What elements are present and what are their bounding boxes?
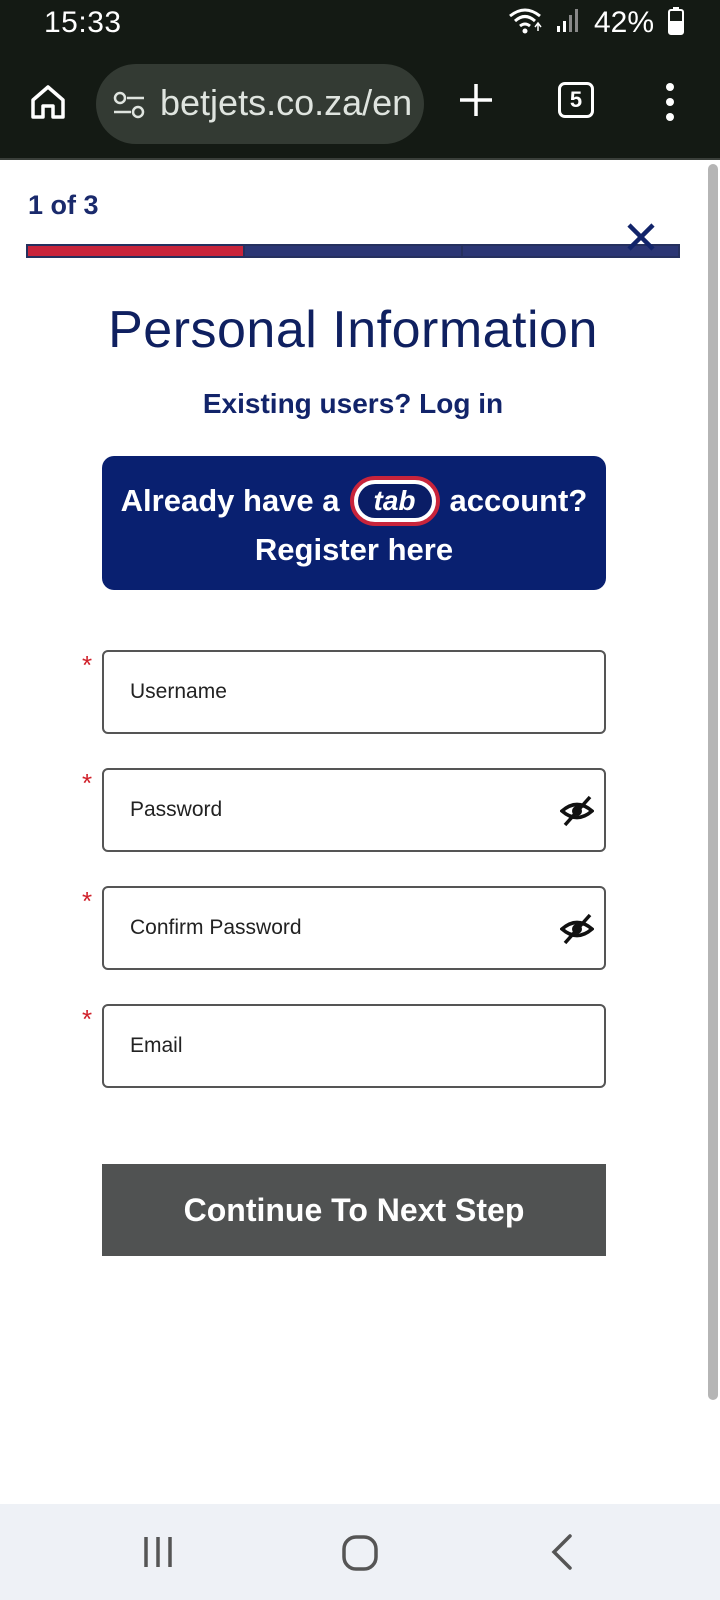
password-row: * Password: [82, 768, 612, 852]
progress-segment-1: [28, 246, 244, 256]
banner-text-after: account?: [449, 483, 588, 518]
step-progress-bar: [26, 244, 680, 258]
step-indicator: 1 of 3: [28, 190, 99, 220]
back-icon[interactable]: [548, 1532, 576, 1572]
address-bar[interactable]: betjets.co.za/en: [96, 64, 424, 144]
continue-button[interactable]: Continue To Next Step: [102, 1164, 606, 1256]
confirm-password-placeholder: Confirm Password: [130, 916, 302, 939]
banner-line-1: Already have a tab account?: [102, 476, 606, 526]
confirm-password-row: * Confirm Password: [82, 886, 612, 970]
wifi-icon: [508, 7, 542, 40]
url-text[interactable]: betjets.co.za/en: [160, 82, 420, 124]
page-title: Personal Information: [108, 301, 598, 359]
app-root: 15:33 42% betjets.co.za/en 5 1 of 3 Pers…: [0, 0, 720, 1600]
tune-icon[interactable]: [112, 88, 146, 122]
email-placeholder: Email: [130, 1034, 183, 1057]
required-marker: *: [82, 650, 93, 680]
status-bar: 15:33 42%: [0, 0, 720, 50]
required-marker: *: [82, 886, 93, 916]
close-icon[interactable]: [626, 222, 656, 252]
signal-icon: [556, 8, 580, 39]
browser-toolbar: betjets.co.za/en 5: [0, 50, 720, 160]
tab-register-banner[interactable]: Already have a tab account? Register her…: [102, 456, 606, 590]
required-marker: *: [82, 768, 93, 798]
battery-icon: [668, 6, 684, 40]
banner-text-before: Already have a: [120, 483, 340, 518]
system-nav-bar: [0, 1504, 720, 1600]
required-marker: *: [82, 1004, 93, 1034]
email-row: * Email: [82, 1004, 612, 1088]
status-time: 15:33: [44, 6, 122, 39]
eye-off-icon[interactable]: [559, 912, 595, 946]
password-input[interactable]: Password: [102, 768, 606, 852]
username-row: * Username: [82, 650, 612, 734]
recents-icon[interactable]: [140, 1534, 180, 1570]
status-icons: 42%: [508, 6, 684, 40]
more-vert-icon[interactable]: [658, 80, 682, 124]
registration-page: 1 of 3 Personal Information Existing use…: [0, 160, 720, 1504]
email-input[interactable]: Email: [102, 1004, 606, 1088]
home-icon[interactable]: [28, 82, 68, 122]
confirm-password-input[interactable]: Confirm Password: [102, 886, 606, 970]
tabs-icon[interactable]: 5: [558, 82, 594, 118]
tab-logo-text: tab: [357, 484, 432, 518]
username-placeholder: Username: [130, 680, 227, 703]
home-circle-icon[interactable]: [340, 1534, 380, 1572]
banner-register-text: Register here: [254, 532, 454, 567]
tab-logo: tab: [349, 476, 440, 526]
login-link[interactable]: Existing users? Log in: [0, 388, 706, 420]
password-placeholder: Password: [130, 798, 223, 821]
battery-percent: 42%: [593, 6, 654, 39]
eye-off-icon[interactable]: [559, 794, 595, 828]
username-input[interactable]: Username: [102, 650, 606, 734]
page-scrollbar[interactable]: [708, 164, 718, 1400]
progress-segment-2: [245, 246, 461, 256]
plus-icon[interactable]: [456, 80, 496, 120]
